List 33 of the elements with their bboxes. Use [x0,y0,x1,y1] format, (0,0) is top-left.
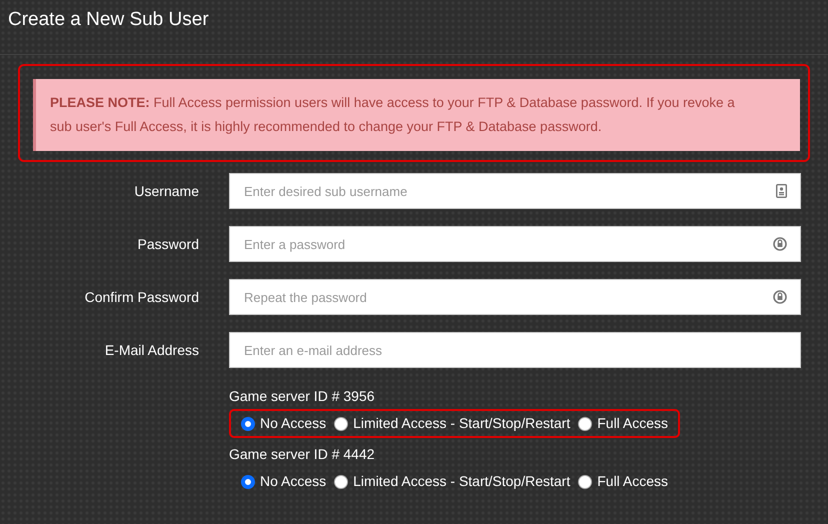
radio-button[interactable] [578,416,592,430]
field-label: Password [136,234,199,254]
field-label: Confirm Password [84,288,199,306]
radio-option[interactable]: Limited Access - Start/Stop/Restart [334,413,570,434]
input-field[interactable]: Repeat the password [229,279,801,315]
radio-option[interactable]: No Access [241,471,326,492]
option-label: Limited Access - Start/Stop/Restart [353,472,570,491]
field-label: E-Mail Address [104,340,199,360]
option-label: Full Access [597,472,668,491]
option-label: No Access [260,472,326,491]
input-field[interactable]: Enter a password [229,226,801,262]
lock-icon [773,290,787,304]
id-card-icon [776,184,787,198]
radio-option[interactable]: Full Access [578,471,668,492]
option-label: No Access [260,414,326,433]
input-field[interactable]: Enter an e-mail address [229,332,801,368]
page-title: Create a New Sub User [0,0,828,55]
radio-button[interactable] [241,416,255,430]
server-label: Game server ID # 3956 [229,387,376,406]
option-label: Full Access [597,414,668,433]
radio-button[interactable] [241,474,255,488]
radio-button[interactable] [578,474,592,488]
radio-button[interactable] [334,474,348,488]
warning-text: PLEASE NOTE: Full Access permission users will have access to your FTP & Database password. If you revoke a sub user's Full Access, it is highly recommended to change your FTP & Database password. [50,94,736,136]
radio-option[interactable]: No Access [241,413,326,434]
radio-button[interactable] [334,416,348,430]
radio-option[interactable]: Full Access [578,413,668,434]
radio-option[interactable]: Limited Access - Start/Stop/Restart [334,471,570,492]
lock-icon [773,237,787,251]
field-label: Username [133,182,199,200]
input-field[interactable]: Enter desired sub username [229,173,801,209]
server-label: Game server ID # 4442 [229,445,376,464]
option-label: Limited Access - Start/Stop/Restart [353,414,570,433]
